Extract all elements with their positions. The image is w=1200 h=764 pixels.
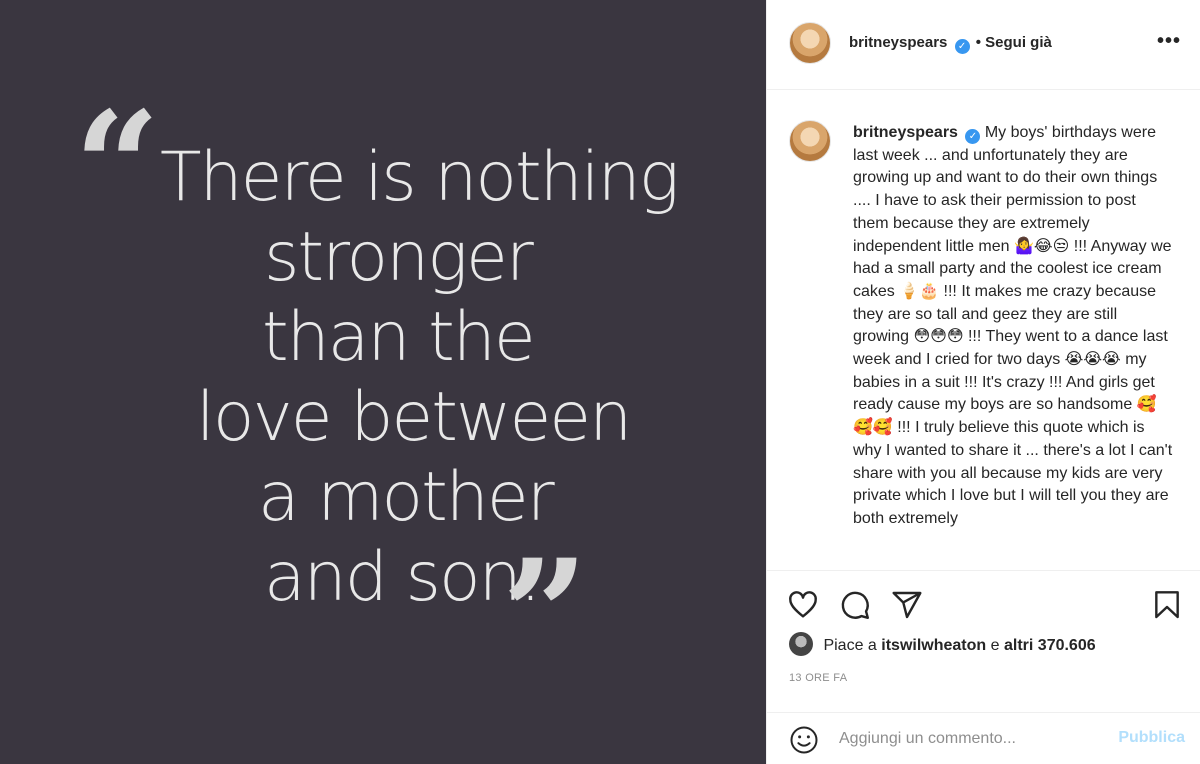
liker-username[interactable]: itswilwheaton [881, 637, 986, 654]
follow-state[interactable]: • Segui già [976, 34, 1052, 51]
caption-avatar[interactable] [789, 120, 831, 162]
share-icon[interactable] [891, 589, 923, 626]
post-header: britneyspears ✓ • Segui già ••• [767, 0, 1200, 90]
comment-box: Pubblica [767, 712, 1200, 764]
action-bar [767, 570, 1200, 632]
quote-text: There is nothing stronger than the love … [120, 138, 680, 618]
close-quote-mark: ” [502, 527, 589, 703]
bookmark-icon[interactable] [1151, 589, 1183, 626]
post-time[interactable]: 13 ORE FA [789, 672, 847, 684]
likes-count[interactable]: altri 370.606 [1004, 637, 1096, 654]
header-user: britneyspears ✓ • Segui già [849, 34, 1052, 54]
caption-username[interactable]: britneyspears [853, 124, 958, 141]
more-icon[interactable]: ••• [1157, 30, 1181, 53]
heart-icon[interactable] [787, 589, 819, 626]
post-image: “ There is nothing stronger than the lov… [0, 0, 766, 764]
likes-summary: Piace a itswilwheaton e altri 370.606 [789, 632, 1096, 662]
verified-icon: ✓ [954, 39, 970, 54]
author-username[interactable]: britneyspears [849, 34, 947, 51]
liker-avatar[interactable] [789, 632, 813, 656]
caption-area: britneyspears ✓ My boys' birthdays were … [767, 90, 1200, 570]
comment-input[interactable] [839, 727, 1089, 751]
author-avatar[interactable] [789, 22, 831, 64]
emoji-icon[interactable] [789, 725, 819, 760]
caption-text: My boys' birthdays were last week ... an… [853, 124, 1173, 527]
quote-line: and son. [264, 538, 541, 617]
quote-line: stronger [264, 218, 534, 297]
likes-prefix: Piace a [823, 637, 877, 654]
likes-conjunction: e [990, 637, 1000, 654]
comment-icon[interactable] [839, 589, 871, 626]
quote-line: love between [196, 378, 632, 457]
post-sidebar: britneyspears ✓ • Segui già ••• britneys… [766, 0, 1200, 764]
caption: britneyspears ✓ My boys' birthdays were … [853, 122, 1173, 531]
publish-button[interactable]: Pubblica [1118, 729, 1185, 747]
verified-icon: ✓ [965, 129, 981, 144]
quote-line: a mother [258, 458, 555, 537]
quote-line: There is nothing [160, 138, 680, 217]
quote-line: than the [262, 298, 536, 377]
